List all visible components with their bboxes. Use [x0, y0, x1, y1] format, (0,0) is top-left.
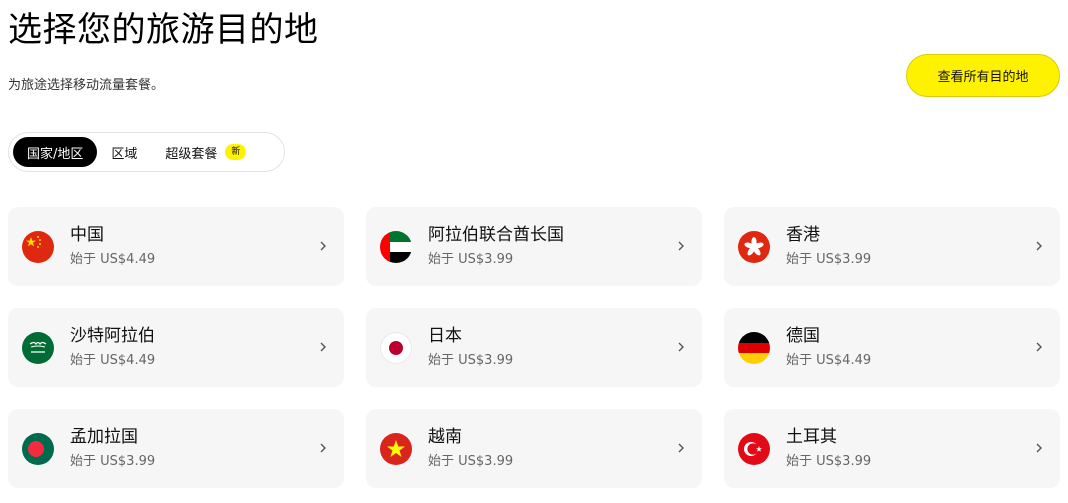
- destination-name: 德国: [786, 326, 820, 346]
- destination-name: 日本: [428, 326, 462, 346]
- tab-label: 超级套餐: [165, 146, 218, 162]
- destination-card-germany[interactable]: 德国 始于 US$4.49: [724, 308, 1060, 387]
- destination-price: 始于 US$3.99: [786, 454, 872, 469]
- tab-countries[interactable]: 国家/地区: [13, 137, 98, 167]
- destination-card-turkey[interactable]: 土耳其 始于 US$3.99: [724, 409, 1060, 488]
- turkey-flag-icon: [738, 433, 770, 465]
- chevron-right-icon: [674, 441, 688, 455]
- destination-price: 始于 US$3.99: [70, 454, 156, 469]
- destination-name: 孟加拉国: [70, 427, 138, 447]
- destination-price: 始于 US$4.49: [786, 353, 872, 368]
- destination-card-uae[interactable]: 阿拉伯联合酋长国 始于 US$3.99: [366, 207, 702, 286]
- chevron-right-icon: [674, 340, 688, 354]
- vietnam-flag-icon: [380, 433, 412, 465]
- view-all-destinations-button[interactable]: 查看所有目的地: [906, 54, 1060, 97]
- hongkong-flag-icon: [738, 231, 770, 263]
- destination-name: 土耳其: [786, 427, 837, 447]
- destination-card-vietnam[interactable]: 越南 始于 US$3.99: [366, 409, 702, 488]
- chevron-right-icon: [316, 441, 330, 455]
- japan-flag-icon: [380, 332, 412, 364]
- page-subtitle: 为旅途选择移动流量套餐。: [8, 78, 165, 93]
- tab-regions[interactable]: 区域: [97, 137, 151, 167]
- destination-name: 阿拉伯联合酋长国: [428, 225, 564, 245]
- tab-super-plans[interactable]: 超级套餐 新: [151, 137, 260, 167]
- destination-grid: 中国 始于 US$4.49 阿拉伯联合酋长国 始于 US$3.99 香港 始于 …: [8, 207, 1060, 488]
- destination-price: 始于 US$3.99: [786, 252, 872, 267]
- destination-type-tabs: 国家/地区 区域 超级套餐 新: [8, 132, 285, 172]
- chevron-right-icon: [1032, 239, 1046, 253]
- chevron-right-icon: [1032, 441, 1046, 455]
- destination-name: 越南: [428, 427, 462, 447]
- destination-price: 始于 US$4.49: [70, 353, 156, 368]
- destination-name: 香港: [786, 225, 820, 245]
- destination-card-hongkong[interactable]: 香港 始于 US$3.99: [724, 207, 1060, 286]
- tab-label: 国家/地区: [27, 146, 84, 162]
- saudi-flag-icon: [22, 332, 54, 364]
- chevron-right-icon: [316, 340, 330, 354]
- destination-name: 中国: [70, 225, 104, 245]
- germany-flag-icon: [738, 332, 770, 364]
- tab-label: 区域: [111, 146, 138, 162]
- destination-card-bangladesh[interactable]: 孟加拉国 始于 US$3.99: [8, 409, 344, 488]
- destination-price: 始于 US$3.99: [428, 252, 514, 267]
- destination-card-japan[interactable]: 日本 始于 US$3.99: [366, 308, 702, 387]
- chevron-right-icon: [1032, 340, 1046, 354]
- destination-price: 始于 US$3.99: [428, 353, 514, 368]
- destination-price: 始于 US$3.99: [428, 454, 514, 469]
- destination-price: 始于 US$4.49: [70, 252, 156, 267]
- chevron-right-icon: [316, 239, 330, 253]
- destination-name: 沙特阿拉伯: [70, 326, 155, 346]
- destination-card-saudi-arabia[interactable]: 沙特阿拉伯 始于 US$4.49: [8, 308, 344, 387]
- chevron-right-icon: [674, 239, 688, 253]
- page-title: 选择您的旅游目的地: [8, 10, 319, 50]
- uae-flag-icon: [380, 231, 412, 263]
- destination-card-china[interactable]: 中国 始于 US$4.49: [8, 207, 344, 286]
- bangladesh-flag-icon: [22, 433, 54, 465]
- new-badge: 新: [225, 144, 247, 160]
- china-flag-icon: [22, 231, 54, 263]
